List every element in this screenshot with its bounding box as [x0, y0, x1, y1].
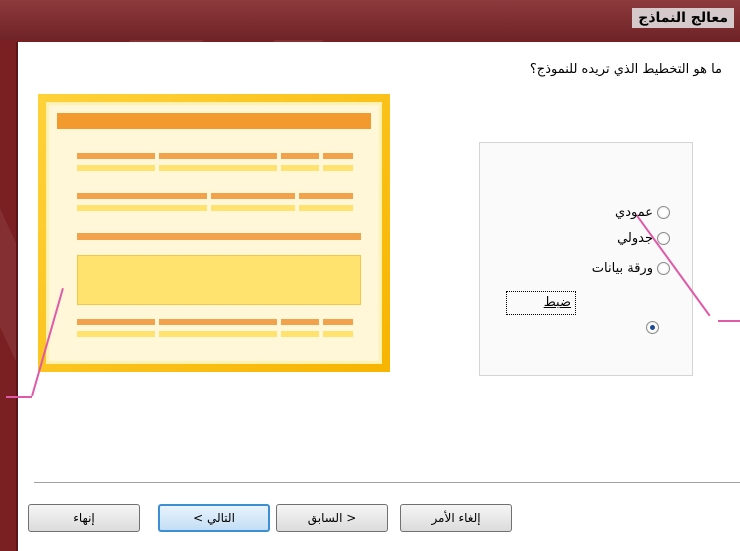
preview-memo-field: [77, 255, 361, 305]
preview-bar: [77, 233, 361, 240]
preview-field: [159, 153, 277, 159]
next-button[interactable]: التالي >: [158, 504, 270, 532]
preview-field: [77, 331, 155, 337]
preview-field: [159, 319, 277, 325]
preview-field: [159, 331, 277, 337]
preview-field: [159, 165, 277, 171]
preview-field: [323, 319, 353, 325]
layout-question: ما هو التخطيط الذي تريده للنموذج؟: [529, 62, 722, 77]
option-columnar-label: عمودي: [615, 205, 653, 220]
annotation-line: [6, 396, 32, 398]
preview-field: [77, 205, 207, 211]
radio-datasheet[interactable]: [657, 262, 670, 275]
preview-field: [323, 165, 353, 171]
preview-header-bar: [57, 113, 371, 129]
preview-field: [77, 319, 155, 325]
preview-field: [323, 153, 353, 159]
preview-field: [299, 205, 353, 211]
layout-preview: [38, 94, 390, 372]
layout-preview-canvas: [46, 102, 382, 364]
preview-field: [299, 193, 353, 199]
preview-field: [77, 193, 207, 199]
preview-field: [77, 165, 155, 171]
radio-tabular[interactable]: [657, 232, 670, 245]
form-wizard-dialog: ما هو التخطيط الذي تريده للنموذج؟ عمودي …: [16, 42, 740, 551]
preview-field: [281, 165, 319, 171]
preview-field: [323, 331, 353, 337]
layout-options-group: عمودي جدولي ورقة بيانات ضبط: [479, 142, 693, 376]
back-button[interactable]: < السابق: [276, 504, 388, 532]
option-columnar[interactable]: عمودي: [615, 205, 670, 220]
option-tabular[interactable]: جدولي: [617, 231, 670, 246]
button-separator: [34, 482, 740, 483]
finish-button[interactable]: إنهاء: [28, 504, 140, 532]
annotation-line: [718, 320, 740, 322]
radio-justified[interactable]: [646, 321, 659, 334]
preview-field: [77, 153, 155, 159]
option-justified-label[interactable]: ضبط: [506, 291, 576, 315]
preview-field: [211, 193, 295, 199]
option-datasheet-label: ورقة بيانات: [591, 261, 653, 276]
preview-field: [281, 153, 319, 159]
preview-field: [281, 319, 319, 325]
title-bar: معالج النماذج: [0, 0, 740, 40]
preview-field: [211, 205, 295, 211]
radio-columnar[interactable]: [657, 206, 670, 219]
window-title: معالج النماذج: [632, 8, 734, 28]
option-datasheet[interactable]: ورقة بيانات: [592, 261, 670, 276]
preview-field: [281, 331, 319, 337]
cancel-button[interactable]: إلغاء الأمر: [400, 504, 512, 532]
